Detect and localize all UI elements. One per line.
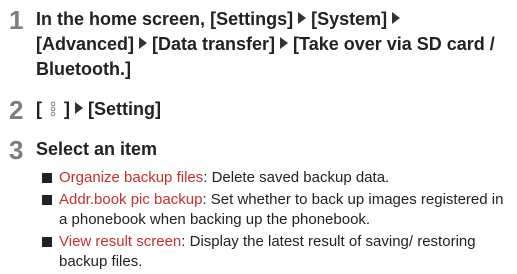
instruction-page: 1 In the home screen, [Settings] [System]… [0, 0, 517, 270]
arrow-right-icon [139, 37, 148, 49]
item-name: Addr.book pic backup [59, 190, 203, 208]
list-item: View result screen: Display the latest r… [42, 232, 511, 273]
square-bullet-icon [42, 194, 52, 205]
square-bullet-icon [42, 236, 52, 247]
step-1-text: In the home screen, [Settings] [System] [… [36, 7, 509, 82]
menu-path-setting: [Setting] [88, 99, 162, 119]
arrow-right-icon [280, 37, 289, 49]
item-description: : Delete saved backup data. [203, 169, 390, 186]
menu-path-settings: [Settings] [210, 9, 294, 29]
step-number: 2 [9, 95, 24, 125]
item-list: Organize backup files: Delete saved back… [42, 168, 511, 274]
arrow-right-icon [392, 12, 401, 24]
open-bracket: [ [36, 99, 42, 119]
arrow-right-icon [75, 102, 84, 114]
item-name: Organize backup files [59, 169, 204, 186]
menu-path-advanced: [Advanced] [36, 34, 135, 54]
item-name: View result screen [59, 232, 182, 250]
menu-dots-icon [50, 101, 56, 117]
step-2-text: [ ] [Setting] [36, 97, 509, 122]
menu-path-data-transfer: [Data transfer] [152, 34, 276, 54]
close-bracket: ] [64, 99, 71, 119]
step-number: 3 [9, 135, 24, 165]
arrow-right-icon [298, 12, 307, 24]
list-item: Organize backup files: Delete saved back… [42, 168, 511, 189]
step-number: 1 [9, 5, 24, 35]
menu-path-system: [System] [311, 9, 388, 29]
step-3-text: Select an item [36, 139, 158, 159]
step-lead: In the home screen, [36, 9, 206, 29]
square-bullet-icon [42, 173, 52, 183]
list-item: Addr.book pic backup: Set whether to bac… [42, 190, 511, 231]
